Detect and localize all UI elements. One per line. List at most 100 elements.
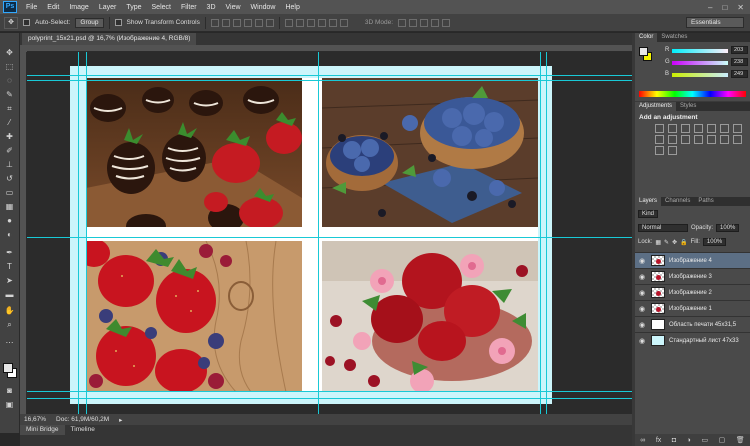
layer-name[interactable]: Изображение 3 <box>669 274 712 280</box>
horizontal-ruler[interactable] <box>27 45 632 52</box>
photo-filter-icon[interactable] <box>668 135 677 144</box>
eyedropper-tool-icon[interactable]: ⁄ <box>3 117 16 128</box>
layer-row-image-2[interactable]: ◉ Изображение 2 <box>635 284 750 300</box>
brightness-contrast-icon[interactable] <box>655 124 664 133</box>
green-value[interactable]: 238 <box>731 58 748 66</box>
path-selection-tool-icon[interactable]: ➤ <box>3 275 16 286</box>
black-white-icon[interactable] <box>655 135 664 144</box>
red-gradient[interactable] <box>672 49 728 53</box>
add-mask-icon[interactable]: ◘ <box>672 437 676 444</box>
guide-vertical[interactable] <box>546 52 547 414</box>
visibility-eye-icon[interactable]: ◉ <box>637 289 647 297</box>
guide-vertical[interactable] <box>78 52 79 414</box>
menu-view[interactable]: View <box>221 4 246 11</box>
layer-row-image-4[interactable]: ◉ Изображение 4 <box>635 252 750 268</box>
guide-horizontal[interactable] <box>27 237 632 238</box>
align-bottom-icon[interactable] <box>232 18 241 27</box>
gradient-tool-icon[interactable]: ▦ <box>3 201 16 212</box>
move-tool-preset-icon[interactable]: ✥ <box>4 16 18 29</box>
tab-timeline[interactable]: Timeline <box>65 425 101 435</box>
type-tool-icon[interactable]: T <box>3 261 16 272</box>
menu-select[interactable]: Select <box>147 4 176 11</box>
visibility-eye-icon[interactable]: ◉ <box>637 321 647 329</box>
tab-channels[interactable]: Channels <box>661 197 694 206</box>
layer-name[interactable]: Изображение 2 <box>669 290 712 296</box>
layer-name[interactable]: Стандартный лист 47х33 <box>669 338 739 344</box>
new-layer-icon[interactable]: ▢ <box>719 436 726 444</box>
tab-color[interactable]: Color <box>635 33 658 42</box>
menu-type[interactable]: Type <box>121 4 146 11</box>
red-slider[interactable]: R 203 <box>665 46 750 55</box>
healing-brush-tool-icon[interactable]: ✚ <box>3 131 16 142</box>
distribute-top-icon[interactable] <box>284 18 293 27</box>
layer-filter-kind[interactable]: Kind <box>638 210 659 218</box>
brush-tool-icon[interactable]: ✐ <box>3 145 16 156</box>
blue-slider[interactable]: B 249 <box>665 70 750 79</box>
lock-paint-icon[interactable]: ✎ <box>664 239 669 246</box>
eraser-tool-icon[interactable]: ▭ <box>3 187 16 198</box>
edit-toolbar-icon[interactable]: ⋯ <box>3 337 16 348</box>
menu-3d[interactable]: 3D <box>202 4 221 11</box>
blend-mode-dropdown[interactable]: Normal <box>638 224 688 232</box>
lock-all-icon[interactable]: 🔒 <box>680 239 687 246</box>
tab-swatches[interactable]: Swatches <box>657 33 691 42</box>
screen-mode-icon[interactable]: ▣ <box>3 399 16 410</box>
link-layers-icon[interactable]: ∞ <box>640 437 645 444</box>
hand-tool-icon[interactable]: ✋ <box>3 305 16 316</box>
distribute-right-icon[interactable] <box>339 18 348 27</box>
close-icon[interactable]: ✕ <box>737 3 744 12</box>
levels-icon[interactable] <box>668 124 677 133</box>
photo-chocolate-strawberries[interactable] <box>86 78 302 227</box>
clone-stamp-tool-icon[interactable]: ⊥ <box>3 159 16 170</box>
minimize-icon[interactable]: – <box>708 3 712 12</box>
guide-horizontal[interactable] <box>27 80 632 81</box>
blue-gradient[interactable] <box>672 73 728 77</box>
green-gradient[interactable] <box>672 61 728 65</box>
guide-vertical[interactable] <box>318 52 319 414</box>
tab-styles[interactable]: Styles <box>676 102 700 111</box>
maximize-icon[interactable]: □ <box>722 3 727 12</box>
color-lookup-icon[interactable] <box>694 135 703 144</box>
tab-paths[interactable]: Paths <box>694 197 717 206</box>
canvas-area[interactable] <box>27 52 632 414</box>
guide-vertical[interactable] <box>86 52 87 414</box>
guide-horizontal[interactable] <box>27 398 632 399</box>
align-top-icon[interactable] <box>210 18 219 27</box>
show-transform-checkbox[interactable] <box>114 19 122 26</box>
zoom-tool-icon[interactable]: ⌕ <box>3 319 16 330</box>
color-balance-icon[interactable] <box>733 124 742 133</box>
vertical-ruler[interactable] <box>20 52 27 414</box>
menu-image[interactable]: Image <box>64 4 93 11</box>
workspace-switcher[interactable]: Essentials <box>686 17 744 28</box>
align-right-icon[interactable] <box>265 18 274 27</box>
exposure-icon[interactable] <box>694 124 703 133</box>
crop-tool-icon[interactable]: ⌗ <box>3 103 16 114</box>
layer-row-print-area[interactable]: ◉ Область печати 45х31,5 <box>635 316 750 332</box>
move-tool-icon[interactable]: ✥ <box>3 47 16 58</box>
menu-file[interactable]: File <box>21 4 42 11</box>
guide-horizontal[interactable] <box>27 391 632 392</box>
menu-help[interactable]: Help <box>280 4 304 11</box>
layer-row-image-1[interactable]: ◉ Изображение 1 <box>635 300 750 316</box>
align-center-icon[interactable] <box>254 18 263 27</box>
green-slider[interactable]: G 238 <box>665 58 750 67</box>
auto-select-checkbox[interactable] <box>23 19 30 26</box>
menu-filter[interactable]: Filter <box>176 4 202 11</box>
quick-selection-tool-icon[interactable]: ✎ <box>3 89 16 100</box>
posterize-icon[interactable] <box>720 135 729 144</box>
fill-value[interactable]: 100% <box>702 238 727 246</box>
visibility-eye-icon[interactable]: ◉ <box>637 337 647 345</box>
distribute-left-icon[interactable] <box>317 18 326 27</box>
menu-window[interactable]: Window <box>246 4 281 11</box>
align-left-icon[interactable] <box>243 18 252 27</box>
distribute-bottom-icon[interactable] <box>306 18 315 27</box>
3d-roll-icon[interactable] <box>409 18 418 27</box>
layer-name[interactable]: Область печати 45х31,5 <box>669 322 736 328</box>
lock-pixels-icon[interactable]: ▦ <box>655 239 661 246</box>
tab-mini-bridge[interactable]: Mini Bridge <box>20 425 65 435</box>
red-value[interactable]: 203 <box>731 46 748 54</box>
guide-vertical[interactable] <box>540 52 541 414</box>
status-arrow-icon[interactable]: ▸ <box>119 416 122 424</box>
3d-slide-icon[interactable] <box>431 18 440 27</box>
pen-tool-icon[interactable]: ✒ <box>3 247 16 258</box>
